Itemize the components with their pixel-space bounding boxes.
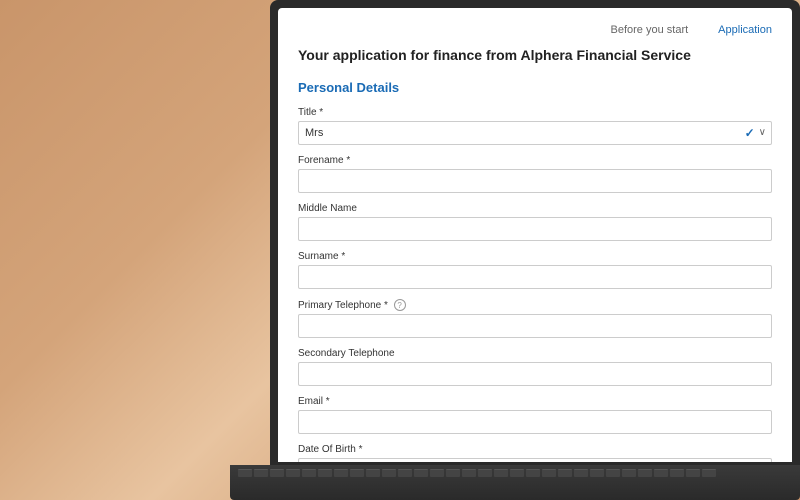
key (526, 469, 540, 477)
key (366, 469, 380, 477)
key (654, 469, 668, 477)
primary-telephone-input[interactable] (298, 314, 772, 338)
page-title: Your application for finance from Alpher… (298, 46, 772, 66)
label-surname: Surname * (298, 251, 772, 262)
key (478, 469, 492, 477)
form-group-surname: Surname * (298, 251, 772, 289)
top-nav: Before you start Application (298, 18, 772, 46)
select-wrapper-title: Mrs Mr Ms Miss Dr ✓ ∨ (298, 121, 772, 145)
screen: Before you start Application Your applic… (278, 8, 792, 462)
label-secondary-telephone: Secondary Telephone (298, 348, 772, 359)
form-group-middle-name: Middle Name (298, 203, 772, 241)
key (414, 469, 428, 477)
forename-input[interactable] (298, 169, 772, 193)
form-group-date-of-birth: Date Of Birth * (298, 444, 772, 462)
key (558, 469, 572, 477)
key (430, 469, 444, 477)
key (702, 469, 716, 477)
label-title: Title * (298, 107, 772, 118)
key (574, 469, 588, 477)
key (398, 469, 412, 477)
nav-item-before-you-start[interactable]: Before you start (611, 24, 689, 36)
form-content: Before you start Application Your applic… (278, 8, 792, 462)
key (622, 469, 636, 477)
key (254, 469, 268, 477)
keyboard-keys (230, 465, 800, 481)
section-heading: Personal Details (298, 80, 772, 95)
form-group-secondary-telephone: Secondary Telephone (298, 348, 772, 386)
key (334, 469, 348, 477)
key (606, 469, 620, 477)
label-primary-telephone: Primary Telephone * ? (298, 299, 772, 311)
key (350, 469, 364, 477)
key (238, 469, 252, 477)
key (510, 469, 524, 477)
label-date-of-birth: Date Of Birth * (298, 444, 772, 455)
primary-telephone-info-icon[interactable]: ? (394, 299, 406, 311)
key (542, 469, 556, 477)
date-of-birth-input[interactable] (298, 458, 772, 462)
key (270, 469, 284, 477)
key (382, 469, 396, 477)
surname-input[interactable] (298, 265, 772, 289)
key (638, 469, 652, 477)
key (494, 469, 508, 477)
form-group-primary-telephone: Primary Telephone * ? (298, 299, 772, 338)
title-select[interactable]: Mrs Mr Ms Miss Dr (298, 121, 772, 145)
form-group-forename: Forename * (298, 155, 772, 193)
nav-item-application[interactable]: Application (718, 24, 772, 36)
email-input[interactable] (298, 410, 772, 434)
label-email: Email * (298, 396, 772, 407)
laptop-frame: Before you start Application Your applic… (270, 0, 800, 470)
label-middle-name: Middle Name (298, 203, 772, 214)
key (686, 469, 700, 477)
key (446, 469, 460, 477)
middle-name-input[interactable] (298, 217, 772, 241)
key (302, 469, 316, 477)
key (462, 469, 476, 477)
key (670, 469, 684, 477)
key (590, 469, 604, 477)
key (286, 469, 300, 477)
label-forename: Forename * (298, 155, 772, 166)
form-group-email: Email * (298, 396, 772, 434)
form-group-title: Title * Mrs Mr Ms Miss Dr ✓ ∨ (298, 107, 772, 145)
secondary-telephone-input[interactable] (298, 362, 772, 386)
keyboard-area (230, 465, 800, 500)
key (318, 469, 332, 477)
